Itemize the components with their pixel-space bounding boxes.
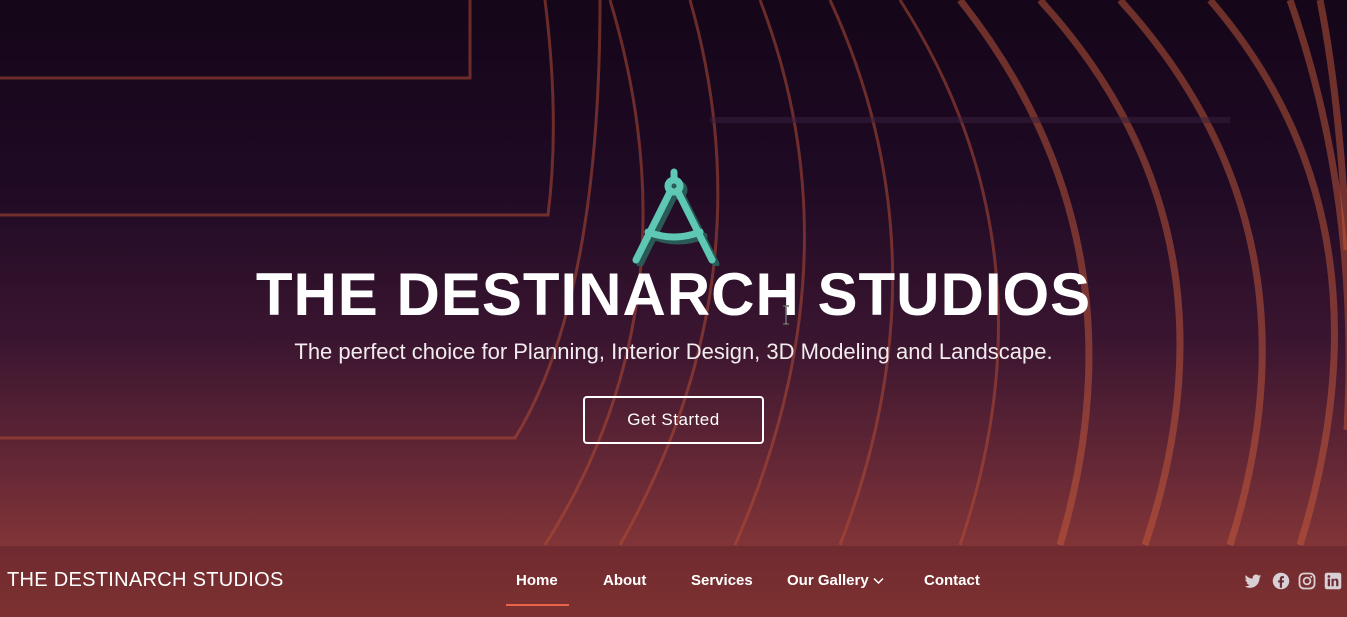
get-started-button[interactable]: Get Started (583, 396, 764, 444)
navbar: THE DESTINARCH STUDIOS Home About Servic… (0, 546, 1347, 617)
instagram-icon[interactable] (1298, 572, 1316, 590)
linkedin-icon[interactable] (1324, 572, 1342, 590)
nav-item-home[interactable]: Home (516, 572, 558, 589)
text-cursor-icon (783, 305, 789, 325)
compass-logo-icon (632, 168, 719, 266)
nav-item-our-gallery-label: Our Gallery (787, 572, 869, 589)
active-nav-indicator (506, 604, 569, 606)
nav-item-services[interactable]: Services (691, 572, 753, 589)
twitter-icon[interactable] (1244, 572, 1262, 590)
hero-subtitle: The perfect choice for Planning, Interio… (294, 339, 1053, 364)
facebook-icon[interactable] (1272, 572, 1290, 590)
hero-content: THE DESTINARCH STUDIOS The perfect choic… (0, 168, 1347, 444)
brand-name[interactable]: THE DESTINARCH STUDIOS (7, 569, 284, 592)
nav-item-contact[interactable]: Contact (924, 572, 980, 589)
nav-item-about[interactable]: About (603, 572, 646, 589)
hero-section: THE DESTINARCH STUDIOS The perfect choic… (0, 0, 1347, 617)
nav-item-our-gallery[interactable]: Our Gallery (787, 572, 884, 589)
hero-title: THE DESTINARCH STUDIOS (255, 261, 1092, 328)
chevron-down-icon (873, 578, 884, 585)
